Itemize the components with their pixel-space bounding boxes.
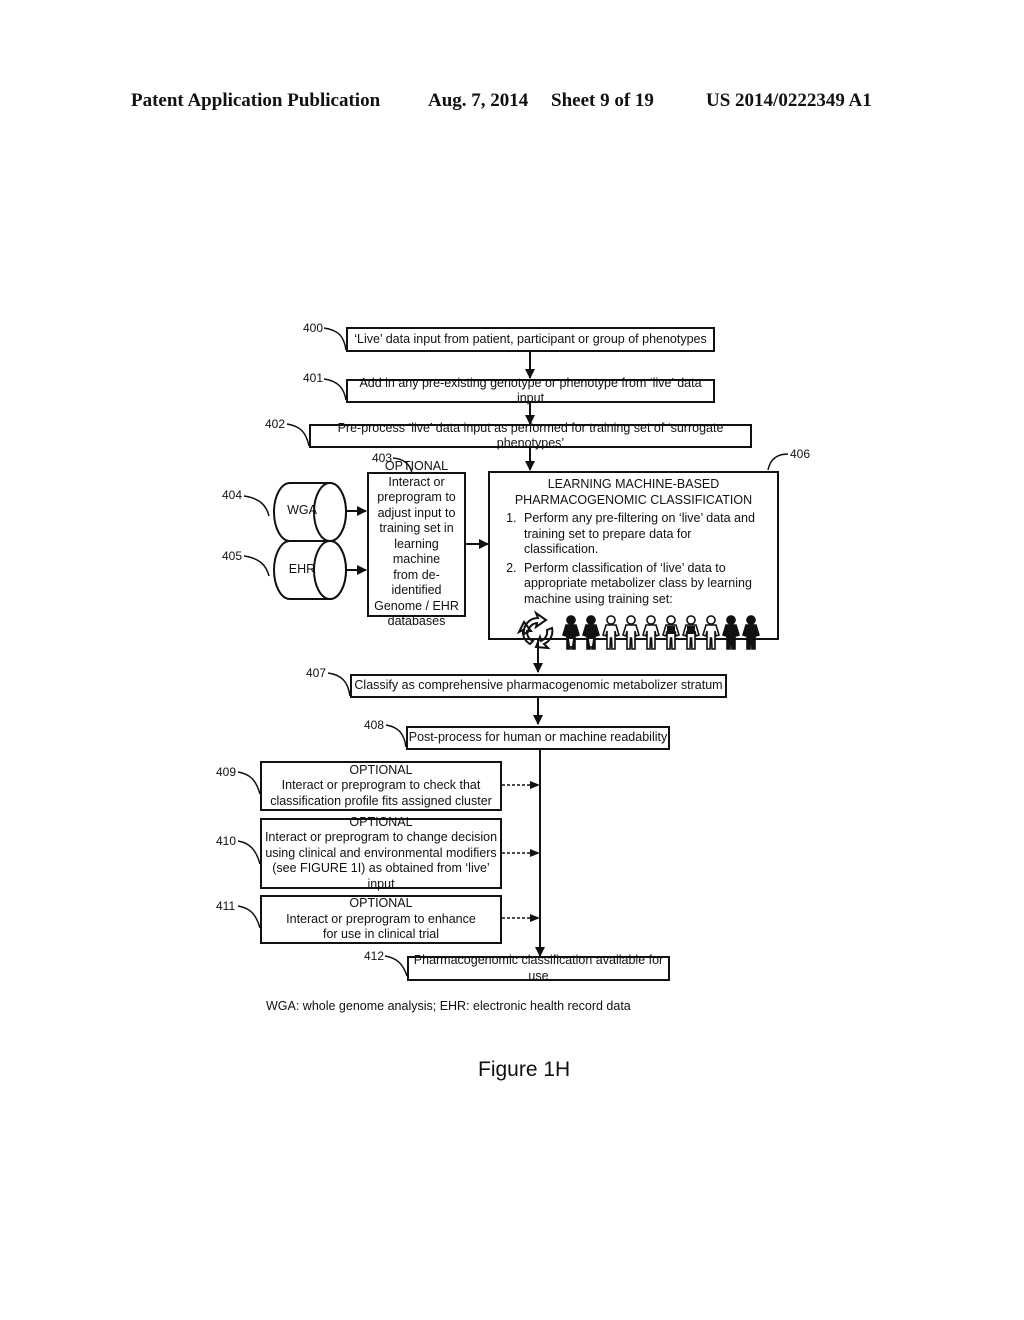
figure-label: Figure 1H — [478, 1058, 571, 1081]
wga-label: WGA — [287, 503, 317, 517]
step-403-line: preprogram to — [377, 490, 456, 505]
person-icon — [742, 615, 760, 650]
step-406-box: LEARNING MACHINE-BASED PHARMACOGENOMIC C… — [488, 471, 779, 650]
person-icon — [722, 615, 740, 650]
step-406-title-2: PHARMACOGENOMIC CLASSIFICATION — [514, 492, 753, 507]
person-icon — [702, 615, 720, 650]
leader-405 — [243, 555, 270, 577]
step-403-line: learning machine — [392, 536, 441, 567]
step-406-title-1: LEARNING MACHINE-BASED — [547, 477, 720, 491]
step-401-box: Add in any pre-existing genotype or phen… — [346, 376, 715, 405]
connectors — [237, 327, 789, 977]
step-410-box: OPTIONAL Interact or preprogram to chang… — [260, 814, 502, 891]
database-cylinders — [273, 482, 347, 600]
step-409-line: Interact or preprogram to check that — [281, 778, 481, 793]
step-403-line: adjust input to — [377, 505, 456, 520]
leader-400 — [323, 327, 347, 351]
footnote: WGA: whole genome analysis; EHR: electro… — [266, 999, 631, 1013]
step-409-title: OPTIONAL — [349, 762, 413, 777]
recycle-icon — [516, 610, 554, 650]
ref-406: 406 — [790, 447, 811, 461]
leader-404 — [243, 495, 270, 517]
step-406-list: Perform any pre-filtering on ‘live’ data… — [498, 511, 769, 610]
ref-405: 405 — [222, 549, 243, 563]
step-411-line: Interact or preprogram to enhance — [286, 911, 476, 926]
step-400-text: ‘Live’ data input from patient, particip… — [354, 331, 707, 346]
step-402-text: Pre-process ‘live’ data input as perform… — [337, 420, 724, 451]
ref-412: 412 — [364, 949, 385, 963]
person-icon — [622, 615, 640, 650]
ref-408: 408 — [364, 718, 385, 732]
step-400-box: ‘Live’ data input from patient, particip… — [346, 327, 715, 352]
step-402-box: Pre-process ‘live’ data input as perform… — [309, 421, 752, 450]
step-403-title: OPTIONAL — [384, 459, 449, 474]
person-icon — [642, 615, 660, 650]
step-403-line: training set in — [379, 521, 454, 536]
ref-409: 409 — [216, 765, 237, 779]
step-408-box: Post-process for human or machine readab… — [406, 726, 670, 750]
ehr-label: EHR — [288, 562, 316, 576]
person-icon — [582, 615, 600, 650]
leader-401 — [323, 378, 347, 401]
ref-401: 401 — [303, 371, 324, 385]
ref-410: 410 — [216, 834, 237, 848]
ref-402: 402 — [265, 417, 286, 431]
step-403-box: OPTIONAL Interact or preprogram to adjus… — [367, 459, 466, 628]
step-409-line: classification profile fits assigned clu… — [270, 793, 492, 808]
step-403-line: Genome / EHR — [374, 598, 459, 613]
step-406-item-2: Perform classification of ‘live’ data to… — [520, 561, 769, 608]
leader-408 — [385, 724, 407, 748]
leader-411 — [237, 905, 261, 929]
ref-404: 404 — [222, 488, 243, 502]
leader-410 — [237, 840, 261, 865]
step-411-line: for use in clinical trial — [322, 927, 439, 942]
leader-402 — [286, 423, 310, 447]
person-icon — [562, 615, 580, 650]
step-403-line: from de-identified — [391, 567, 442, 598]
leader-407 — [327, 672, 351, 697]
person-icon — [662, 615, 680, 650]
step-407-text: Classify as comprehensive pharmacogenomi… — [354, 678, 723, 693]
step-407-box: Classify as comprehensive pharmacogenomi… — [350, 674, 727, 698]
ref-400: 400 — [303, 321, 324, 335]
step-406-item-1: Perform any pre-filtering on ‘live’ data… — [520, 511, 769, 558]
leader-409 — [237, 771, 261, 795]
step-412-box: Pharmacogenomic classification available… — [407, 953, 670, 983]
step-410-line: Interact or preprogram to change decisio… — [264, 830, 498, 845]
step-410-line: using clinical and environmental modifie… — [265, 845, 497, 860]
step-410-title: OPTIONAL — [349, 814, 413, 829]
person-icon — [682, 615, 700, 650]
step-401-text: Add in any pre-existing genotype or phen… — [359, 375, 702, 406]
person-icon — [602, 615, 620, 650]
step-403-line: databases — [387, 614, 446, 629]
leader-406 — [767, 453, 789, 471]
ref-411: 411 — [216, 899, 236, 913]
step-403-line: Interact or — [388, 474, 445, 489]
classification-icons — [516, 610, 769, 650]
step-408-text: Post-process for human or machine readab… — [408, 730, 668, 745]
leader-412 — [384, 955, 408, 977]
step-409-box: OPTIONAL Interact or preprogram to check… — [260, 761, 502, 811]
step-411-title: OPTIONAL — [349, 896, 413, 911]
step-412-text: Pharmacogenomic classification available… — [413, 953, 664, 983]
ref-407: 407 — [306, 666, 327, 680]
step-411-box: OPTIONAL Interact or preprogram to enhan… — [260, 895, 502, 944]
step-410-line: (see FIGURE 1I) as obtained from ‘live’ … — [272, 861, 490, 891]
